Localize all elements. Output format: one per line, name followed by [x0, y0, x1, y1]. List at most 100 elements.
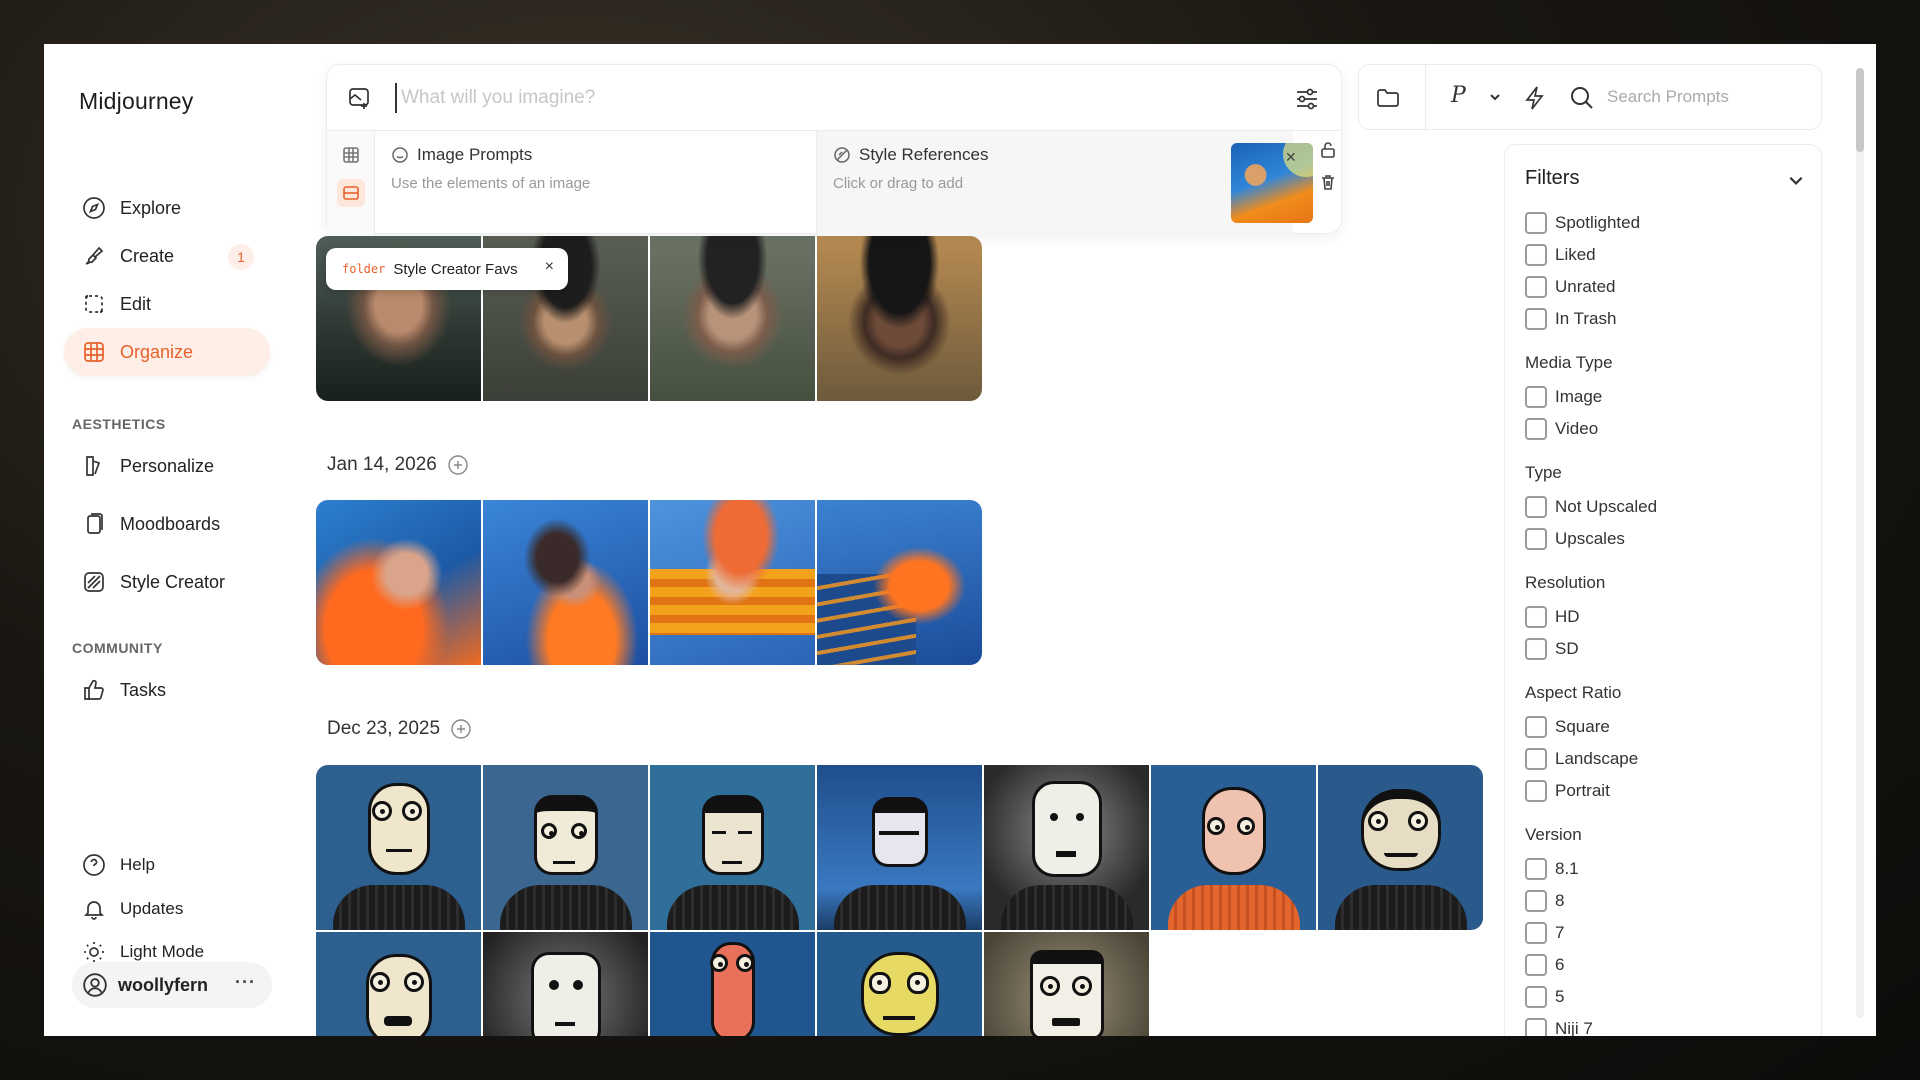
filter-option[interactable]: Landscape: [1525, 747, 1638, 771]
sidebar-item-edit[interactable]: Edit: [64, 280, 270, 328]
trash-icon[interactable]: [1319, 173, 1337, 191]
personalize-toggle[interactable]: P: [1451, 83, 1466, 108]
filter-option[interactable]: Liked: [1525, 243, 1596, 267]
scrollbar[interactable]: [1856, 68, 1864, 1018]
filter-checkbox[interactable]: [1525, 858, 1547, 880]
chevron-down-icon[interactable]: [1487, 89, 1503, 110]
sidebar-item-label: Updates: [120, 899, 184, 918]
close-icon[interactable]: ×: [545, 258, 554, 276]
filter-checkbox[interactable]: [1525, 606, 1547, 628]
filter-option[interactable]: 8: [1525, 889, 1564, 913]
app-logo[interactable]: Midjourney: [79, 88, 194, 115]
image-tile[interactable]: [483, 500, 648, 665]
image-tile[interactable]: [650, 765, 815, 930]
filter-option[interactable]: Upscales: [1525, 527, 1625, 551]
filter-option[interactable]: Spotlighted: [1525, 211, 1640, 235]
more-options-icon[interactable]: ···: [235, 972, 256, 993]
filter-checkbox[interactable]: [1525, 890, 1547, 912]
filter-option[interactable]: Image: [1525, 385, 1602, 409]
image-tile[interactable]: [316, 500, 481, 665]
add-circle-icon[interactable]: [447, 454, 469, 476]
filter-option[interactable]: 6: [1525, 953, 1564, 977]
filter-checkbox[interactable]: [1525, 212, 1547, 234]
filter-checkbox[interactable]: [1525, 528, 1547, 550]
prompt-input[interactable]: [395, 83, 1215, 113]
filter-checkbox[interactable]: [1525, 308, 1547, 330]
style-references-dropzone[interactable]: Style References Click or drag to add: [817, 131, 1293, 235]
filter-checkbox[interactable]: [1525, 780, 1547, 802]
image-tile[interactable]: [984, 765, 1149, 930]
lightning-icon[interactable]: [1523, 85, 1547, 116]
image-tile[interactable]: [1318, 765, 1483, 930]
image-tile[interactable]: [650, 236, 815, 401]
image-mode-button[interactable]: [337, 179, 365, 207]
image-tile[interactable]: [984, 932, 1149, 1036]
folder-icon[interactable]: [1375, 85, 1401, 116]
filter-option[interactable]: Not Upscaled: [1525, 495, 1657, 519]
settings-sliders-icon[interactable]: [1293, 85, 1321, 113]
sidebar-item-create[interactable]: Create 1: [64, 232, 270, 280]
image-prompts-dropzone[interactable]: Image Prompts Use the elements of an ima…: [375, 131, 817, 235]
sidebar-item-style-creator[interactable]: Style Creator: [64, 558, 270, 606]
sidebar-item-label: Create: [120, 245, 175, 266]
user-menu[interactable]: woollyfern ···: [72, 962, 272, 1008]
filter-option[interactable]: In Trash: [1525, 307, 1616, 331]
image-tile[interactable]: [817, 500, 982, 665]
image-tile[interactable]: [817, 236, 982, 401]
image-tile[interactable]: [483, 765, 648, 930]
filter-checkbox[interactable]: [1525, 954, 1547, 976]
filter-checkbox[interactable]: [1525, 496, 1547, 518]
sidebar-item-personalize[interactable]: Personalize: [64, 442, 270, 490]
filter-option[interactable]: SD: [1525, 637, 1579, 661]
folder-filter-chip[interactable]: folder Style Creator Favs ×: [326, 248, 568, 290]
sidebar-item-organize[interactable]: Organize: [64, 328, 270, 376]
filter-option[interactable]: HD: [1525, 605, 1580, 629]
add-circle-icon[interactable]: [450, 718, 472, 740]
filter-checkbox[interactable]: [1525, 748, 1547, 770]
sidebar-item-tasks[interactable]: Tasks: [64, 666, 270, 714]
create-count-badge: 1: [228, 244, 254, 270]
style-reference-thumbnail[interactable]: ✕: [1231, 143, 1313, 223]
filter-checkbox[interactable]: [1525, 276, 1547, 298]
image-tile[interactable]: [650, 932, 815, 1036]
date-group-header: Jan 14, 2026: [327, 454, 469, 476]
image-tile[interactable]: [650, 500, 815, 665]
image-tile[interactable]: [1151, 765, 1316, 930]
filter-checkbox[interactable]: [1525, 638, 1547, 660]
image-tile[interactable]: [316, 932, 481, 1036]
filter-checkbox[interactable]: [1525, 386, 1547, 408]
filter-option[interactable]: Portrait: [1525, 779, 1610, 803]
filter-option[interactable]: Square: [1525, 715, 1610, 739]
image-tile[interactable]: [316, 765, 481, 930]
unlock-icon[interactable]: [1319, 141, 1337, 159]
add-image-icon[interactable]: [347, 85, 373, 111]
filters-header[interactable]: Filters: [1525, 167, 1805, 193]
sidebar-item-help[interactable]: Help: [64, 841, 270, 889]
filter-checkbox[interactable]: [1525, 922, 1547, 944]
filter-option[interactable]: Unrated: [1525, 275, 1615, 299]
help-icon: [83, 854, 105, 876]
filter-checkbox[interactable]: [1525, 244, 1547, 266]
sidebar-item-updates[interactable]: Updates: [64, 885, 270, 933]
filter-option[interactable]: 5: [1525, 985, 1564, 1009]
grid-mode-button[interactable]: [337, 141, 365, 169]
image-row-dec23-a: [316, 765, 1483, 930]
remove-reference-icon[interactable]: ✕: [1285, 149, 1297, 166]
filter-option[interactable]: Niji 7: [1525, 1017, 1593, 1036]
image-tile[interactable]: [817, 932, 982, 1036]
filter-option[interactable]: 8.1: [1525, 857, 1579, 881]
scrollbar-thumb[interactable]: [1856, 68, 1864, 152]
filter-option[interactable]: 7: [1525, 921, 1564, 945]
sidebar-item-moodboards[interactable]: Moodboards: [64, 500, 270, 548]
image-tile[interactable]: [817, 765, 982, 930]
filter-option[interactable]: Video: [1525, 417, 1598, 441]
filter-checkbox[interactable]: [1525, 716, 1547, 738]
filter-checkbox[interactable]: [1525, 1018, 1547, 1036]
filter-checkbox[interactable]: [1525, 986, 1547, 1008]
filter-checkbox[interactable]: [1525, 418, 1547, 440]
chevron-down-icon: [1789, 176, 1803, 185]
filter-option-label: 5: [1555, 987, 1565, 1006]
image-tile[interactable]: [483, 932, 648, 1036]
search-prompts-input[interactable]: [1607, 87, 1807, 107]
sidebar-item-explore[interactable]: Explore: [64, 184, 270, 232]
